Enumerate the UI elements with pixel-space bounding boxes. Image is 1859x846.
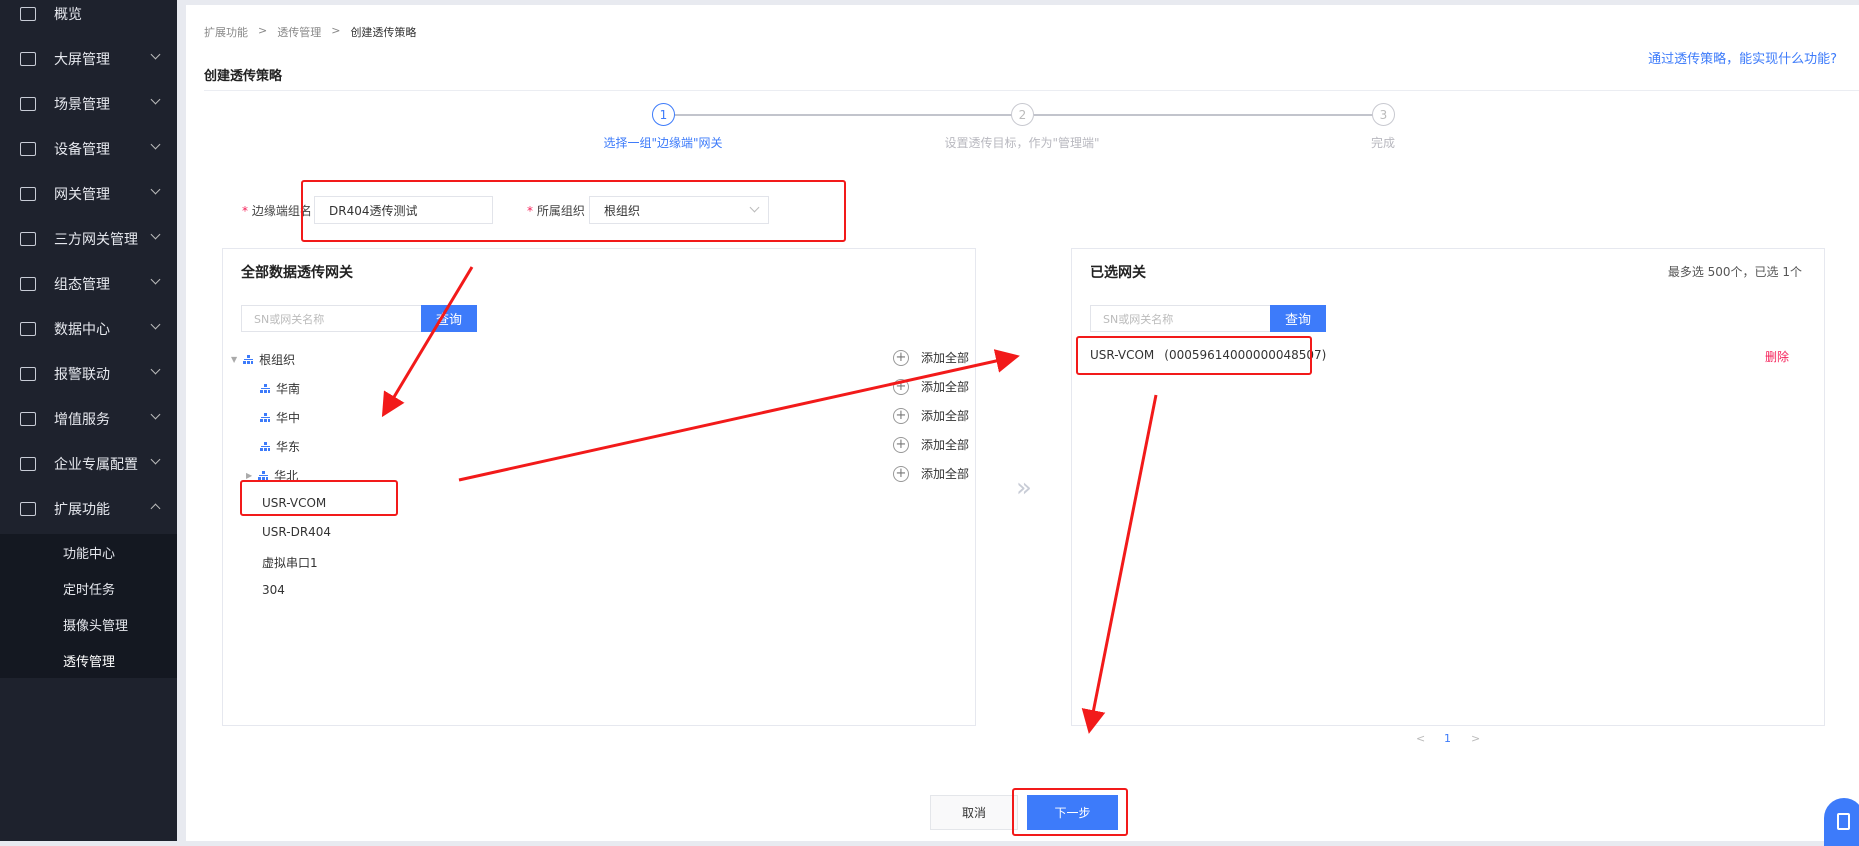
annotation-arrow — [458, 349, 1020, 482]
annotation-arrow — [381, 266, 474, 418]
annotation-arrow — [1081, 394, 1158, 734]
annotation-arrows — [381, 266, 1158, 734]
